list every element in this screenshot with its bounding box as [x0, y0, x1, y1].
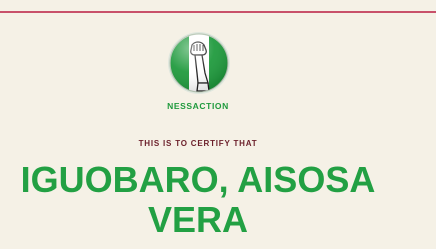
recipient-name: IGUOBARO, AISOSA VERA	[0, 160, 396, 240]
top-border-rule	[0, 11, 436, 13]
nessaction-logo-icon	[167, 31, 231, 95]
certificate-page: NESSACTION THIS IS TO CERTIFY THAT IGUOB…	[0, 0, 436, 249]
organization-name: NESSACTION	[167, 101, 229, 111]
recipient-name-line-1: IGUOBARO, AISOSA	[20, 159, 376, 200]
recipient-name-line-2: VERA	[147, 199, 249, 240]
certify-statement: THIS IS TO CERTIFY THAT	[138, 139, 258, 148]
